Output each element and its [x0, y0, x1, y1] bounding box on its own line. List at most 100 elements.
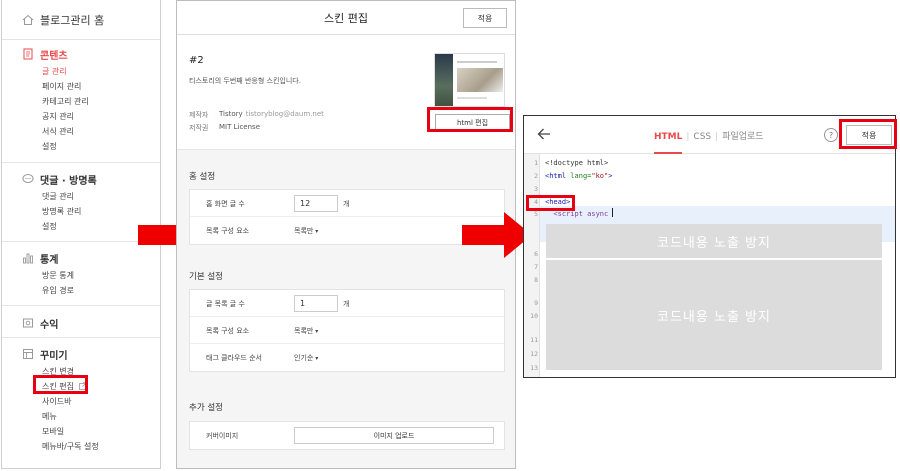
skin-editor-header: 스킨 편집 적용: [177, 1, 515, 35]
divider: [2, 162, 160, 163]
line-number: 11: [530, 336, 538, 344]
author-email: tistoryblog@daum.net: [245, 110, 324, 118]
list-post-count-input[interactable]: 1: [294, 295, 338, 312]
sidebar-item-sidebar[interactable]: 사이드바: [2, 394, 160, 409]
tag-cloud-order-dropdown[interactable]: 인기순: [294, 353, 318, 363]
extra-settings-card: 커버이미지 이미지 업로드: [189, 421, 505, 450]
code-area[interactable]: 1 2 3 4 5 6 7 8 9 10 11 12 13 <!doctype …: [524, 154, 895, 377]
line-number: 3: [534, 185, 538, 193]
line-number: 12: [530, 350, 538, 358]
basic-settings-card: 글 목록 글 수 1 개 목록 구성 요소 목록만 태그 클라우드 순서 인기순: [189, 289, 505, 372]
setting-label: 목록 구성 요소: [206, 327, 250, 335]
sidebar-item-comments-settings[interactable]: 설정: [2, 219, 160, 234]
sidebar-item-guestbook[interactable]: 방명록 관리: [2, 204, 160, 219]
setting-row: 목록 구성 요소 목록만: [190, 317, 504, 344]
unit-label: 개: [343, 300, 350, 308]
setting-label: 태그 클라우드 순서: [206, 354, 262, 362]
list-elements-dropdown[interactable]: 목록만: [294, 326, 318, 336]
setting-row: 홈 화면 글 수 12 개: [190, 190, 504, 217]
help-icon[interactable]: ?: [824, 128, 838, 142]
list-elements-dropdown[interactable]: 목록만: [294, 226, 318, 236]
sidebar-home-label: 블로그관리 홈: [40, 13, 105, 27]
sidebar-item-menu[interactable]: 메뉴: [2, 409, 160, 424]
line-number: 2: [534, 172, 538, 180]
sidebar-item-templates[interactable]: 서식 관리: [2, 124, 160, 139]
sidebar-item-categories[interactable]: 카테고리 관리: [2, 94, 160, 109]
divider: [2, 241, 160, 242]
skin-thumbnail: [434, 53, 505, 107]
author-label: 제작자: [189, 111, 209, 119]
image-upload-button[interactable]: 이미지 업로드: [294, 427, 494, 444]
red-arrow-icon: [462, 212, 532, 258]
document-icon: [23, 48, 33, 60]
sidebar-section-stats: 통계 방문 통계 유입 경로: [2, 248, 160, 298]
skin-description: 티스토리의 두번째 반응형 스킨입니다.: [189, 77, 301, 85]
setting-row: 목록 구성 요소 목록만: [190, 217, 504, 244]
code-mask-overlay: 코드내용 노출 방지: [546, 224, 882, 258]
back-arrow-icon[interactable]: [536, 126, 552, 142]
bar-chart-icon: [23, 253, 33, 264]
license-value: MIT License: [219, 123, 260, 131]
text-cursor: [612, 208, 613, 217]
sidebar-item-mobile[interactable]: 모바일: [2, 424, 160, 439]
code-line: <!doctype html>: [545, 159, 609, 167]
highlight-box-apply: [839, 119, 897, 149]
tab-css[interactable]: CSS: [693, 132, 711, 142]
setting-label: 목록 구성 요소: [206, 227, 250, 235]
code-line: <script async: [545, 210, 609, 218]
sidebar-section-revenue: 수익: [2, 313, 160, 333]
sidebar-item-notices[interactable]: 공지 관리: [2, 109, 160, 124]
sidebar-section-title[interactable]: 통계: [2, 248, 160, 268]
setting-label: 커버이미지: [206, 432, 239, 440]
setting-row: 태그 클라우드 순서 인기순: [190, 344, 504, 371]
code-mask-overlay: 코드내용 노출 방지: [546, 260, 882, 370]
sidebar-item-menubar-subscribe[interactable]: 메뉴바/구독 설정: [2, 439, 160, 454]
tab-file-upload[interactable]: 파일업로드: [722, 129, 763, 142]
home-post-count-input[interactable]: 12: [294, 195, 338, 212]
divider: [2, 305, 160, 306]
basic-settings-title: 기본 설정: [189, 272, 223, 282]
html-code-editor: HTML | CSS | 파일업로드 ? 적용 1 2 3 4 5 6 7 8 9 10…: [523, 115, 896, 378]
home-settings-card: 홈 화면 글 수 12 개 목록 구성 요소 목록만: [189, 189, 505, 245]
sidebar-item-comments[interactable]: 댓글 관리: [2, 189, 160, 204]
setting-label: 글 목록 글 수: [206, 300, 245, 308]
setting-label: 홈 화면 글 수: [206, 200, 245, 208]
highlight-box-skin-edit: [33, 375, 88, 394]
blog-admin-sidebar: 블로그관리 홈 콘텐츠 글 관리 페이지 관리 카테고리 관리 공지 관리 서식…: [1, 0, 161, 469]
sidebar-home[interactable]: 블로그관리 홈: [2, 0, 160, 40]
sidebar-section-title[interactable]: 댓글 · 방명록: [2, 169, 160, 189]
home-settings-title: 홈 설정: [189, 172, 216, 182]
sidebar-section-decorate: 꾸미기 스킨 변경 스킨 편집 사이드바 메뉴 모바일 메뉴바/구독 설정: [2, 344, 160, 454]
code-line: <html lang="ko">: [545, 172, 613, 180]
line-number: 6: [534, 250, 538, 258]
skin-info: #2 티스토리의 두번째 반응형 스킨입니다. 제작자 Tistory tisto…: [177, 35, 515, 150]
highlight-box-html-edit: [427, 107, 513, 132]
editor-tabs: HTML | CSS | 파일업로드: [654, 129, 764, 154]
line-number: 5: [534, 210, 538, 218]
sidebar-item-referrers[interactable]: 유입 경로: [2, 283, 160, 298]
setting-row: 커버이미지 이미지 업로드: [190, 422, 504, 449]
sidebar-section-title[interactable]: 수익: [2, 313, 160, 333]
sidebar-section-contents: 콘텐츠 글 관리 페이지 관리 카테고리 관리 공지 관리 서식 관리 설정: [2, 44, 160, 154]
sidebar-item-posts[interactable]: 글 관리: [2, 64, 160, 79]
license-label: 저작권: [189, 124, 209, 132]
tab-html[interactable]: HTML: [654, 132, 683, 154]
highlight-box-head-tag: [526, 195, 575, 211]
author-value: Tistory tistoryblog@daum.net: [219, 110, 324, 118]
revenue-icon: [23, 318, 33, 328]
home-icon: [22, 14, 34, 25]
skin-number: #2: [189, 55, 204, 66]
extra-settings-title: 추가 설정: [189, 403, 223, 413]
line-number: 9: [534, 299, 538, 307]
divider: [2, 337, 160, 338]
sidebar-item-visit-stats[interactable]: 방문 통계: [2, 268, 160, 283]
sidebar-item-pages[interactable]: 페이지 관리: [2, 79, 160, 94]
sidebar-section-title[interactable]: 콘텐츠: [2, 44, 160, 64]
sidebar-section-comments: 댓글 · 방명록 댓글 관리 방명록 관리 설정: [2, 169, 160, 234]
line-number: 8: [534, 276, 538, 284]
line-number: 13: [530, 364, 538, 372]
sidebar-section-title[interactable]: 꾸미기: [2, 344, 160, 364]
line-number: 1: [534, 159, 538, 167]
sidebar-item-contents-settings[interactable]: 설정: [2, 139, 160, 154]
apply-button[interactable]: 적용: [463, 8, 507, 28]
